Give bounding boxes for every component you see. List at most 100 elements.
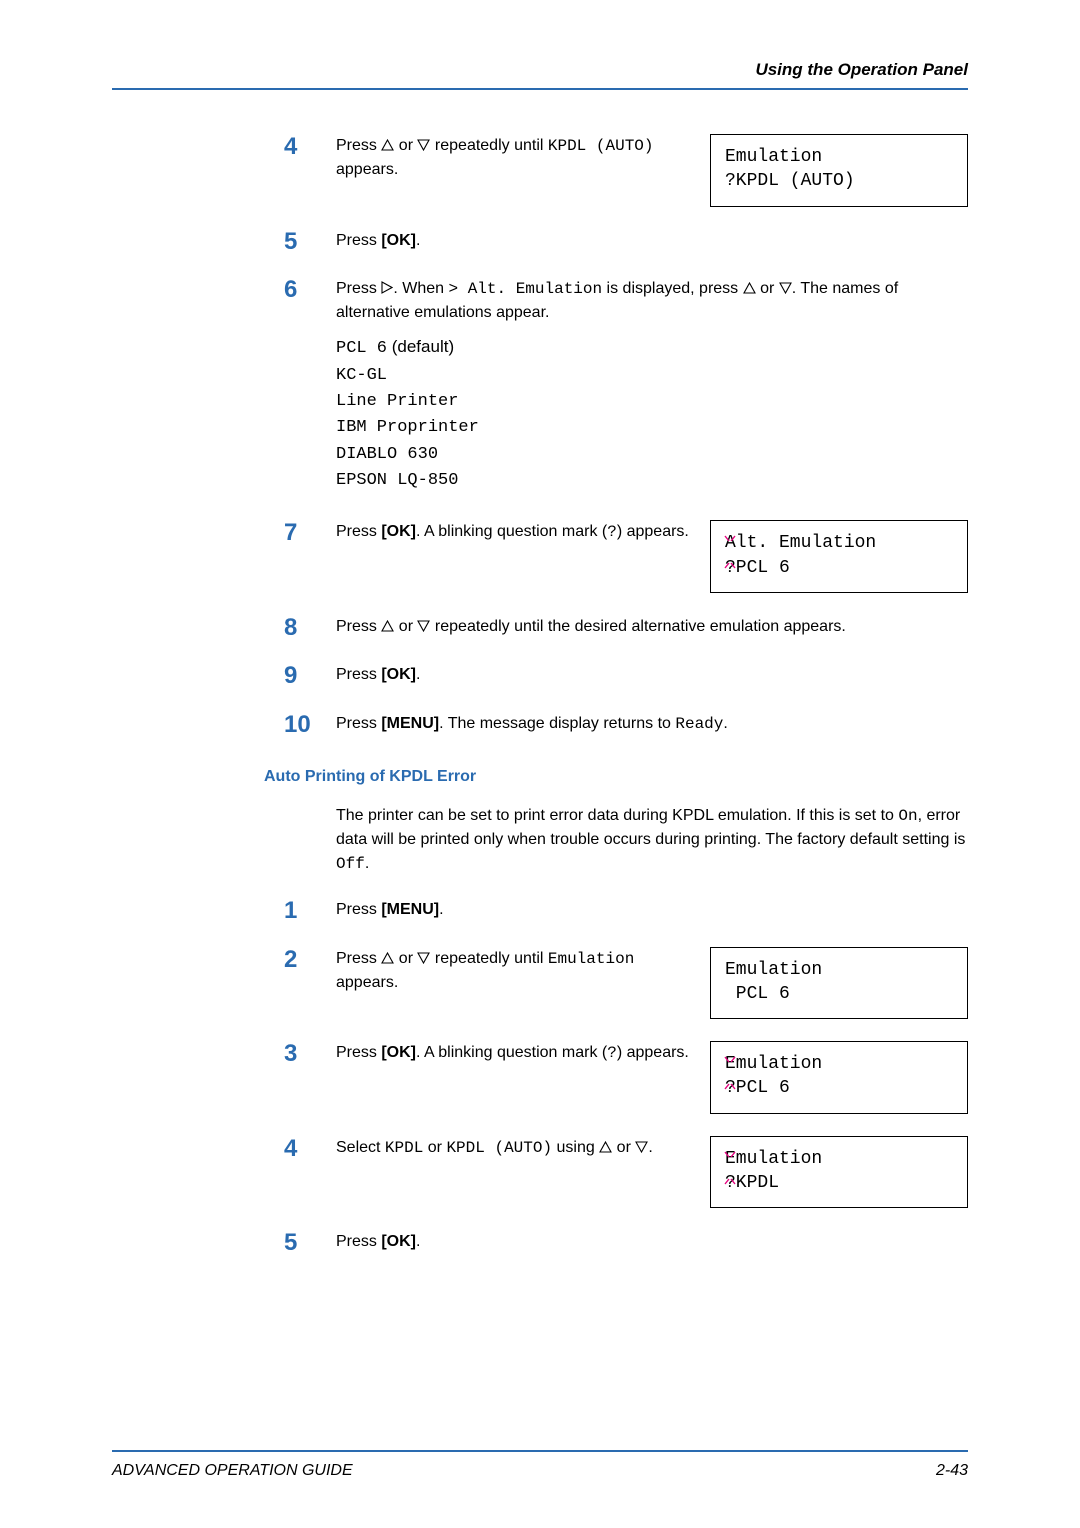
up-triangle-icon (381, 948, 394, 971)
step-text: Press [OK]. (336, 229, 968, 252)
text: Press (336, 950, 381, 967)
key-label: [OK] (381, 1233, 416, 1250)
text: . The message display returns to (439, 715, 675, 732)
blink-cursor-icon (721, 1149, 737, 1169)
step-a6: 6 Press . When > Alt. Emulation is displ… (284, 277, 968, 498)
lcd-display: Emulation ?PCL 6 (710, 1041, 968, 1114)
step-text: Press [MENU]. (336, 898, 968, 921)
key-label: [OK] (381, 523, 416, 540)
lcd-line2: PCL 6 (725, 982, 953, 1006)
text: . (416, 1233, 420, 1250)
down-triangle-icon (635, 1137, 648, 1160)
section-heading: Auto Printing of KPDL Error (264, 768, 968, 786)
text: Press (336, 232, 381, 249)
step-number: 1 (284, 898, 336, 924)
step-b3: 3 Press [OK]. A blinking question mark (… (284, 1041, 968, 1114)
lcd-display: Alt. Emulation ?PCL 6 (710, 520, 968, 593)
code-text: KPDL (AUTO) (446, 1139, 552, 1157)
code-text: > Alt. Emulation (448, 280, 602, 298)
text: Press (336, 137, 381, 154)
text: repeatedly until (430, 137, 547, 154)
code-text: KPDL (AUTO) (548, 137, 654, 155)
code-text: Ready (675, 715, 723, 733)
text: . (365, 855, 369, 872)
step-number: 3 (284, 1041, 336, 1067)
lcd-line1: Alt. Emulation (725, 531, 953, 555)
list-item: KC-GL (336, 363, 968, 389)
step-text: Press or repeatedly until Emulation appe… (336, 947, 690, 994)
key-label: [OK] (381, 1044, 416, 1061)
text: or (423, 1139, 446, 1156)
step-text: Press [OK]. (336, 663, 968, 686)
code-text: KPDL (385, 1139, 423, 1157)
lcd-line2: ?PCL 6 (725, 556, 953, 580)
step-number: 2 (284, 947, 336, 973)
code-text: ? (607, 1044, 617, 1062)
key-label: [OK] (381, 666, 416, 683)
step-number: 5 (284, 229, 336, 255)
step-number: 10 (284, 712, 336, 738)
step-b5: 5 Press [OK]. (284, 1230, 968, 1256)
text: or (394, 950, 417, 967)
step-text: Select KPDL or KPDL (AUTO) using or . (336, 1136, 690, 1160)
step-a9: 9 Press [OK]. (284, 663, 968, 689)
text: . (723, 715, 727, 732)
text: Press (336, 280, 381, 297)
step-number: 7 (284, 520, 336, 546)
lcd-line2: ?PCL 6 (725, 1076, 953, 1100)
step-a5: 5 Press [OK]. (284, 229, 968, 255)
lcd-line1: Emulation (725, 1052, 953, 1076)
step-text: Press [OK]. A blinking question mark (?)… (336, 520, 690, 544)
text: Press (336, 666, 381, 683)
text: Press (336, 523, 381, 540)
key-label: [OK] (381, 232, 416, 249)
key-label: [MENU] (381, 901, 439, 918)
text: (default) (387, 337, 454, 356)
down-triangle-icon (779, 278, 792, 301)
step-b4: 4 Select KPDL or KPDL (AUTO) using or . … (284, 1136, 968, 1209)
step-number: 4 (284, 134, 336, 160)
code-text: Off (336, 855, 365, 873)
step-number: 8 (284, 615, 336, 641)
text: or (756, 280, 779, 297)
lcd-line2: ?KPDL (AUTO) (725, 169, 953, 193)
step-text: Press . When > Alt. Emulation is display… (336, 277, 968, 498)
down-triangle-icon (417, 948, 430, 971)
down-triangle-icon (417, 616, 430, 639)
lcd-line1: Emulation (725, 1147, 953, 1171)
step-text: Press or repeatedly until KPDL (AUTO) ap… (336, 134, 690, 181)
list-item: Line Printer (336, 389, 968, 415)
text: . (648, 1139, 652, 1156)
page-header-title: Using the Operation Panel (112, 60, 968, 80)
text: appears. (336, 161, 398, 178)
text: repeatedly until the desired alternative… (430, 618, 845, 635)
text: Select (336, 1139, 385, 1156)
text: or (394, 618, 417, 635)
step-b2: 2 Press or repeatedly until Emulation ap… (284, 947, 968, 1020)
list-item: IBM Proprinter (336, 415, 968, 441)
text: The printer can be set to print error da… (336, 807, 898, 824)
list-item: PCL 6 (336, 339, 387, 358)
text: appears. (336, 974, 398, 991)
text: . When (393, 280, 448, 297)
text: ) appears. (617, 523, 689, 540)
lcd-line1: Emulation (725, 145, 953, 169)
step-number: 5 (284, 1230, 336, 1256)
text: repeatedly until (430, 950, 547, 967)
text: Press (336, 715, 381, 732)
emulation-list: PCL 6 (default) KC-GL Line Printer IBM P… (336, 334, 968, 494)
text: using (552, 1139, 599, 1156)
blink-cursor-icon (721, 533, 737, 553)
footer-right: 2-43 (936, 1462, 968, 1480)
code-text: ? (607, 523, 617, 541)
step-b1: 1 Press [MENU]. (284, 898, 968, 924)
text: Press (336, 618, 381, 635)
text: or (612, 1139, 635, 1156)
step-text: Press or repeatedly until the desired al… (336, 615, 968, 639)
text: is displayed, press (602, 280, 743, 297)
text: . A blinking question mark ( (416, 523, 607, 540)
step-number: 6 (284, 277, 336, 303)
up-triangle-icon (381, 616, 394, 639)
text: or (394, 137, 417, 154)
text: . A blinking question mark ( (416, 1044, 607, 1061)
